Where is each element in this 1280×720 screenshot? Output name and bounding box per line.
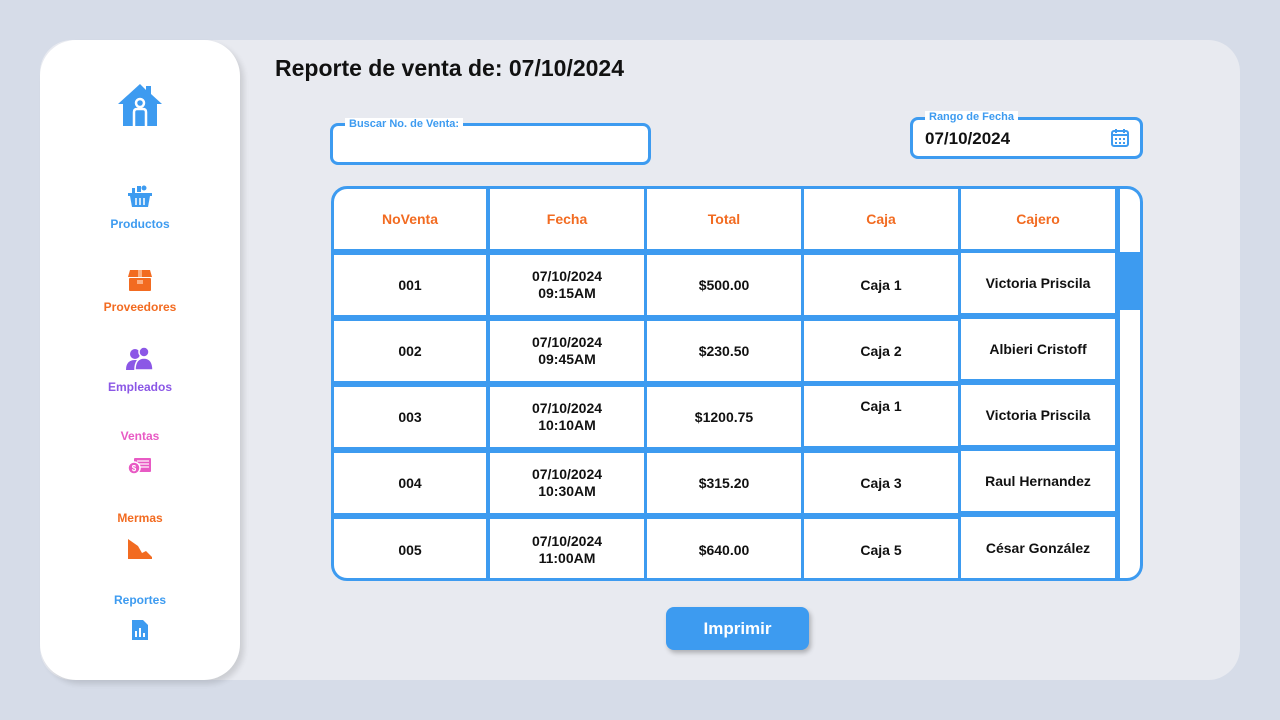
sidebar-item-productos[interactable]: Productos [40, 184, 240, 231]
column-header-fecha[interactable]: Fecha [490, 189, 644, 249]
column-header-total[interactable]: Total [647, 189, 801, 249]
cell-date: 07/10/2024 [531, 334, 603, 350]
table-cell-fecha[interactable]: 07/10/2024 09:45AM [490, 321, 644, 381]
table-cell-total[interactable]: $640.00 [647, 519, 801, 578]
table-cell-total[interactable]: $230.50 [647, 321, 801, 381]
calendar-icon[interactable] [1110, 128, 1130, 148]
table-cell-noventa[interactable]: 004 [334, 453, 486, 513]
sidebar-item-label: Proveedores [103, 300, 177, 314]
box-icon [128, 270, 152, 291]
sidebar: Productos Proveedores Empleados Ventas $ [40, 40, 240, 680]
money-icon: $ [128, 458, 151, 475]
table-cell-cajero[interactable]: Albieri Cristoff [961, 319, 1115, 379]
cell-time: 09:45AM [538, 351, 596, 367]
table-cell-fecha[interactable]: 07/10/2024 11:00AM [490, 519, 644, 578]
cell-time: 09:15AM [538, 285, 596, 301]
sidebar-item-proveedores[interactable]: Proveedores [40, 268, 240, 314]
cell-time: 10:10AM [538, 417, 596, 433]
svg-text:$: $ [132, 464, 137, 473]
sidebar-item-reportes[interactable]: Reportes [40, 593, 240, 641]
table-cell-cajero[interactable]: César González [961, 517, 1115, 578]
table-cell-cajero[interactable]: Victoria Priscila [961, 253, 1115, 313]
scrollbar-thumb[interactable] [1116, 252, 1140, 310]
date-range-picker[interactable]: Rango de Fecha 07/10/2024 [910, 111, 1143, 159]
cell-date: 07/10/2024 [531, 466, 603, 482]
sidebar-item-empleados[interactable]: Empleados [40, 346, 240, 394]
search-field[interactable]: Buscar No. de Venta: [330, 118, 651, 165]
table-cell-caja[interactable]: Caja 3 [804, 453, 958, 513]
users-icon [126, 346, 154, 371]
table-cell-caja[interactable]: Caja 2 [804, 321, 958, 381]
cell-date: 07/10/2024 [531, 400, 603, 416]
table-cell-cajero[interactable]: Victoria Priscila [961, 385, 1115, 445]
table-cell-fecha[interactable]: 07/10/2024 10:10AM [490, 387, 644, 447]
table-cell-caja[interactable]: Caja 1 [804, 255, 958, 315]
table-cell-total[interactable]: $315.20 [647, 453, 801, 513]
table-cell-fecha[interactable]: 07/10/2024 09:15AM [490, 255, 644, 315]
page-title: Reporte de venta de: 07/10/2024 [275, 55, 624, 81]
table-cell-noventa[interactable]: 005 [334, 519, 486, 578]
table-cell-total[interactable]: $1200.75 [647, 387, 801, 447]
column-header-noventa[interactable]: NoVenta [334, 189, 486, 249]
table-cell-noventa[interactable]: 002 [334, 321, 486, 381]
print-button[interactable]: Imprimir [666, 607, 809, 650]
table-cell-total[interactable]: $500.00 [647, 255, 801, 315]
sidebar-item-label: Reportes [113, 593, 166, 607]
table-cell-caja[interactable]: Caja 1 [804, 386, 958, 446]
basket-icon [128, 185, 152, 207]
sidebar-item-label: Mermas [117, 511, 163, 525]
date-range-value: 07/10/2024 [925, 129, 1011, 148]
sidebar-item-ventas[interactable]: Ventas $ [40, 429, 240, 475]
search-input[interactable] [345, 136, 635, 158]
sales-table: NoVenta Fecha Total Caja Cajero 001 07/1… [331, 186, 1143, 581]
cell-date: 07/10/2024 [531, 268, 603, 284]
table-cell-noventa[interactable]: 001 [334, 255, 486, 315]
table-cell-fecha[interactable]: 07/10/2024 10:30AM [490, 453, 644, 513]
column-header-cajero[interactable]: Cajero [961, 189, 1115, 249]
column-header-caja[interactable]: Caja [804, 189, 958, 249]
sidebar-item-label: Productos [110, 217, 170, 231]
report-icon [132, 620, 148, 640]
table-cell-noventa[interactable]: 003 [334, 387, 486, 447]
table-cell-cajero[interactable]: Raul Hernandez [961, 451, 1115, 511]
sidebar-item-mermas[interactable]: Mermas [40, 511, 240, 560]
sidebar-item-label: Ventas [120, 429, 160, 443]
date-range-label: Rango de Fecha [925, 111, 1018, 123]
sidebar-item-label: Empleados [107, 380, 173, 394]
cell-time: 10:30AM [538, 483, 596, 499]
cell-time: 11:00AM [538, 550, 596, 566]
cell-date: 07/10/2024 [531, 533, 603, 549]
decline-chart-icon [128, 539, 152, 559]
scrollbar-track[interactable] [1117, 189, 1140, 578]
search-label: Buscar No. de Venta: [345, 118, 464, 130]
home-icon[interactable] [116, 82, 164, 128]
table-cell-caja[interactable]: Caja 5 [804, 519, 958, 578]
